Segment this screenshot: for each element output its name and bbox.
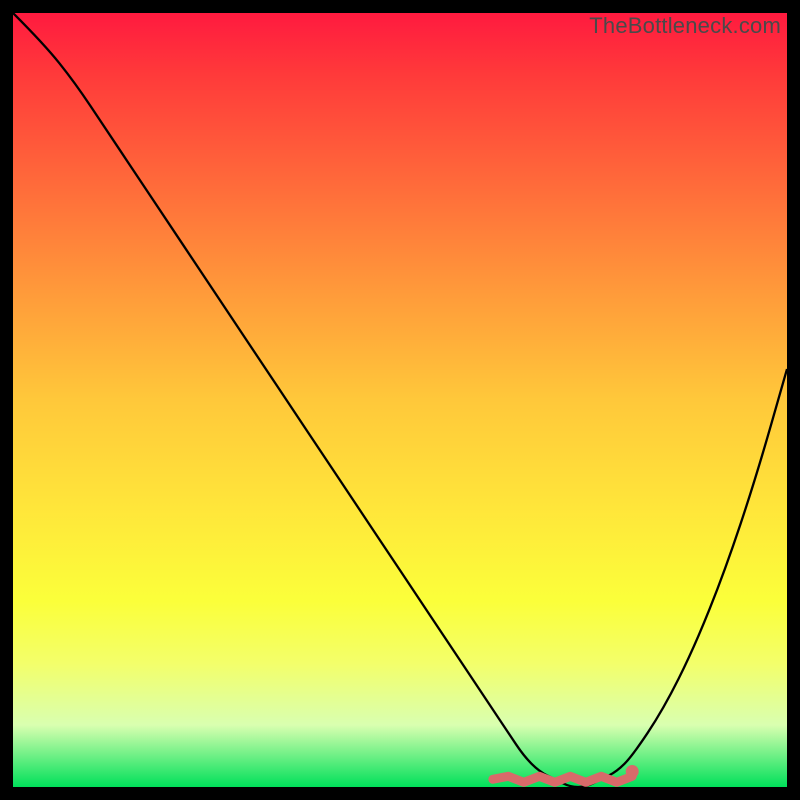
- chart-plot-area: TheBottleneck.com: [13, 13, 787, 787]
- bottleneck-curve: [13, 13, 787, 787]
- curve-path: [13, 13, 787, 787]
